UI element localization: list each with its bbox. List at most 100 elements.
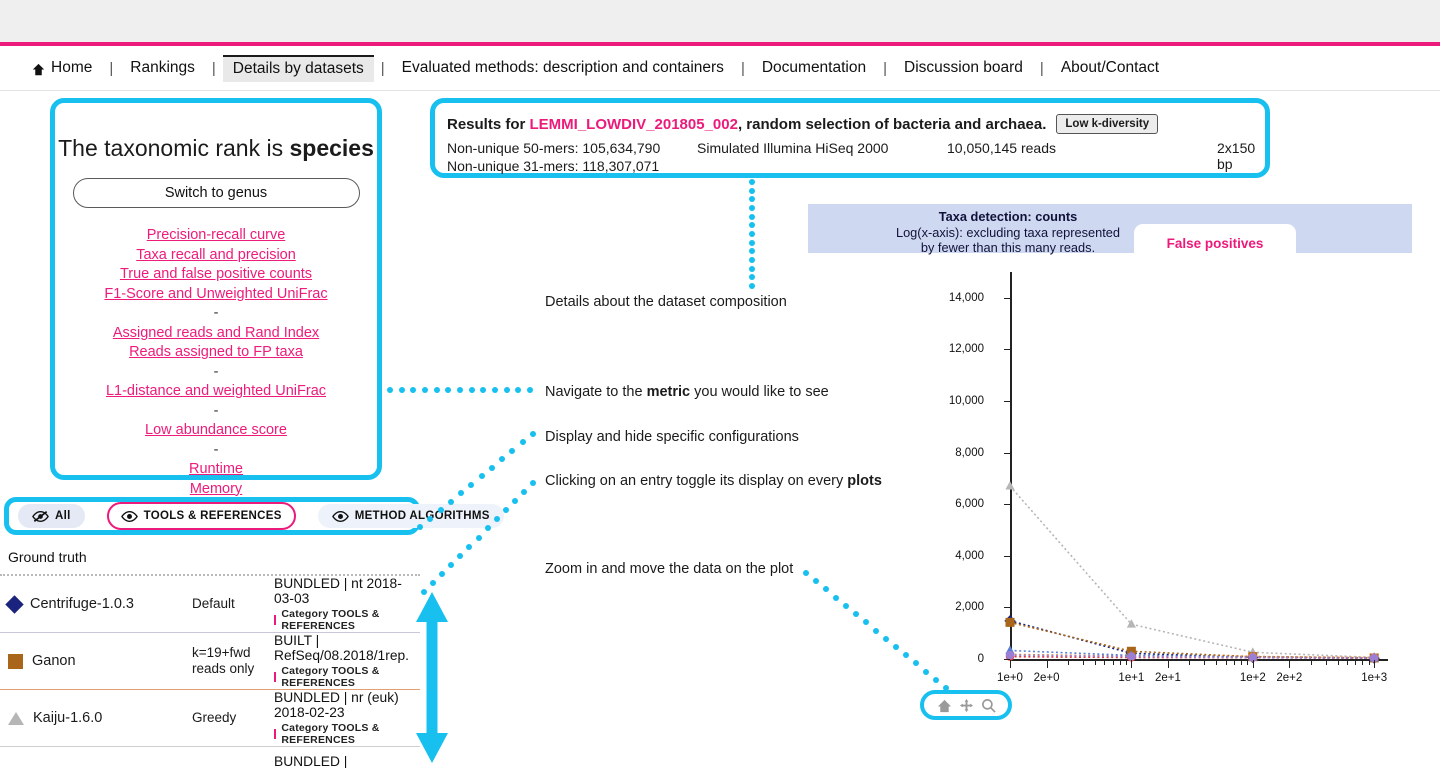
results-title-text: Results for LEMMI_LOWDIV_201805_002, ran… [447, 116, 1046, 133]
y-axis-tick [1004, 504, 1010, 506]
filter-pill-tools-references[interactable]: TOOLS & REFERENCES [106, 502, 296, 530]
table-row[interactable]: BUNDLED | Minikraken2 8G [0, 747, 420, 768]
metric-link-runtime[interactable]: Runtime [55, 460, 377, 480]
nav-item-about-contact[interactable]: About/Contact [1051, 55, 1169, 81]
metric-link-tp-fp-counts[interactable]: True and false positive counts [55, 265, 377, 285]
annotation-navigate-metric: Navigate to the metric you would like to… [545, 384, 829, 400]
table-row[interactable]: Centrifuge-1.0.3 Default BUNDLED | nt 20… [0, 576, 420, 633]
connector-dot [903, 652, 909, 659]
magnifier-zoom-icon[interactable] [981, 698, 996, 713]
nav-item-details-by-datasets[interactable]: Details by datasets [222, 54, 374, 82]
switch-rank-button[interactable]: Switch to genus [72, 178, 360, 208]
connector-dot [493, 516, 500, 523]
category-bar-icon [274, 729, 277, 739]
x-axis-tick-label: 1e+3 [1361, 672, 1388, 684]
y-axis-tick [1004, 607, 1010, 609]
method-category: Category TOOLS & REFERENCES [274, 608, 420, 632]
x-axis-tick [1310, 660, 1312, 665]
scroll-range-arrow-icon [416, 592, 448, 763]
connector-dot [458, 490, 465, 497]
connector-dot [457, 552, 464, 559]
home-icon[interactable] [937, 698, 952, 713]
nav-item-documentation[interactable]: Documentation [752, 55, 876, 81]
connector-dot [484, 525, 491, 532]
nav-item-discussion-board[interactable]: Discussion board [894, 55, 1033, 81]
kmers-31: Non-unique 31-mers: 118,307,071 [447, 158, 660, 174]
connector-dot [499, 456, 506, 463]
x-axis-tick [1233, 660, 1235, 665]
x-axis-tick [1252, 660, 1254, 668]
y-axis-tick-label: 8,000 [955, 446, 984, 459]
nav-label-about: About/Contact [1060, 59, 1160, 76]
x-axis-tick [1094, 660, 1096, 665]
connector-dot [475, 534, 482, 541]
k-diversity-badge[interactable]: Low k-diversity [1056, 114, 1159, 134]
x-axis-tick [1189, 660, 1191, 665]
chart-series-layer [1004, 481, 1380, 664]
x-axis-tick [1368, 660, 1370, 665]
table-row[interactable]: Ganon k=19+fwd reads only BUILT | RefSeq… [0, 633, 420, 690]
metric-link-f1-unifrac[interactable]: F1-Score and Unweighted UniFrac [55, 285, 377, 305]
nav-separator: | [109, 59, 114, 77]
connector-dot [749, 274, 755, 281]
table-row-ground-truth[interactable]: Ground truth [0, 540, 420, 576]
connector-dot [530, 480, 536, 486]
connector-dot [749, 187, 755, 194]
method-db: BUILT | RefSeq/08.2018/1rep. [274, 633, 410, 663]
nav-item-evaluated-methods[interactable]: Evaluated methods: description and conta… [392, 55, 734, 81]
metric-link-taxa-recall[interactable]: Taxa recall and precision [55, 246, 377, 266]
x-axis-tick [1204, 660, 1206, 665]
x-axis-tick [1325, 660, 1327, 665]
metric-link-l1-weighted-unifrac[interactable]: L1-distance and weighted UniFrac [55, 382, 377, 402]
metric-link-precision-recall[interactable]: Precision-recall curve [55, 226, 377, 246]
annotation-toggle-pre: Clicking on an entry toggle its display … [545, 473, 848, 489]
connector-dot [417, 524, 423, 530]
pan-move-icon[interactable] [959, 698, 974, 713]
x-axis-tick [1289, 660, 1291, 668]
connector-dot [749, 283, 755, 289]
table-row[interactable]: Kaiju-1.6.0 Greedy BUNDLED | nr (euk) 20… [0, 690, 420, 747]
nav-item-rankings[interactable]: Rankings [120, 55, 205, 81]
connector-dot [448, 561, 455, 568]
connector-dot [527, 387, 533, 393]
method-category: Category TOOLS & REFERENCES [274, 665, 420, 689]
filter-pill-method-algorithms[interactable]: METHOD ALGORITHMS [317, 504, 504, 528]
connector-dot [433, 387, 440, 393]
connector-dot [437, 507, 444, 514]
filter-pill-all[interactable]: All [18, 504, 85, 528]
connector-dot [749, 222, 755, 229]
connector-dot [803, 570, 809, 576]
results-title: Results for LEMMI_LOWDIV_201805_002, ran… [447, 114, 1265, 134]
connector-dot [749, 179, 755, 185]
method-db-cell: BUILT | RefSeq/08.2018/1rep. Category TO… [270, 633, 420, 689]
method-db-cell: BUNDLED | nr (euk) 2018-02-23 Category T… [270, 690, 420, 746]
category-filter-bar: All TOOLS & REFERENCES METHOD ALGORITHMS [4, 497, 504, 535]
connector-dot [398, 387, 405, 393]
main-navigation: Home | Rankings | Details by datasets | … [0, 46, 1440, 91]
eye-slash-icon [32, 510, 49, 522]
tab-false-positives[interactable]: False positives [1134, 224, 1296, 262]
method-name-cell [0, 747, 192, 768]
chart-canvas[interactable]: 0 2,000 4,000 6,000 8,000 10,000 12,000 14,000 … [949, 262, 1390, 692]
connector-dot [933, 676, 939, 683]
metric-link-assigned-reads-rand[interactable]: Assigned reads and Rand Index [55, 324, 377, 344]
chart-series-line [1009, 620, 1375, 659]
connector-dot [430, 579, 437, 586]
metric-link-reads-fp-taxa[interactable]: Reads assigned to FP taxa [55, 343, 377, 363]
nav-item-home[interactable]: Home [22, 55, 102, 81]
method-db: BUNDLED | nr (euk) 2018-02-23 [274, 690, 399, 720]
method-name: Kaiju-1.6.0 [33, 710, 103, 726]
x-axis-tick [1067, 660, 1069, 665]
connector-dot [833, 594, 839, 601]
dataset-stats: Non-unique 50-mers: 105,634,790 Non-uniq… [447, 140, 1265, 174]
nav-label-rankings: Rankings [130, 59, 195, 76]
metric-link-low-abundance-score[interactable]: Low abundance score [55, 421, 377, 441]
connector-dot [422, 387, 428, 393]
connector-dot [509, 447, 516, 454]
chart-series-line [1009, 621, 1375, 659]
connector-dot [468, 387, 475, 393]
annotation-dataset-composition: Details about the dataset composition [545, 294, 787, 310]
x-axis-tick [1355, 660, 1357, 665]
connector-dot [749, 239, 755, 246]
y-axis-tick [1004, 452, 1010, 454]
